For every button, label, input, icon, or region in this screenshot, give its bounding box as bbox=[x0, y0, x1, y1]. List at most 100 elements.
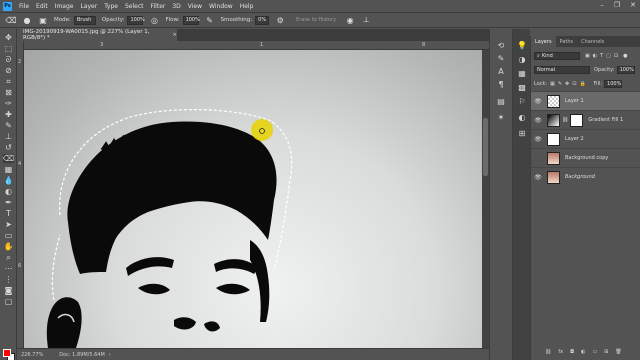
close-button[interactable]: ✕ bbox=[630, 1, 636, 9]
color-icon[interactable]: ◑ bbox=[517, 55, 527, 64]
pen-icon[interactable]: ✒ bbox=[3, 198, 14, 207]
more-tools-icon[interactable]: ⋯ bbox=[3, 264, 14, 273]
lock-move-icon[interactable]: ✥ bbox=[565, 81, 569, 87]
vertical-scrollbar[interactable] bbox=[482, 50, 489, 348]
menu-edit[interactable]: Edit bbox=[36, 3, 48, 10]
close-tab-icon[interactable]: × bbox=[172, 32, 177, 38]
new-group-icon[interactable]: ▭ bbox=[592, 349, 597, 355]
history-brush-icon[interactable]: ↺ bbox=[3, 143, 14, 152]
menu-select[interactable]: Select bbox=[125, 3, 144, 10]
menu-image[interactable]: Image bbox=[55, 3, 74, 10]
layer-fill-field[interactable]: 100% bbox=[604, 80, 623, 88]
symmetry-icon[interactable]: ⟂ bbox=[361, 15, 371, 25]
filter-pixel-icon[interactable]: ▣ bbox=[585, 53, 590, 59]
flow-field[interactable]: 100% bbox=[182, 15, 200, 25]
type-icon[interactable]: T bbox=[3, 209, 14, 218]
menu-type[interactable]: Type bbox=[104, 3, 118, 10]
eraser-tool-icon[interactable]: ⌫ bbox=[3, 154, 14, 163]
new-layer-icon[interactable]: ⊞ bbox=[604, 349, 608, 355]
airbrush-icon[interactable]: ✎ bbox=[205, 15, 215, 25]
glyphs-icon[interactable]: ✶ bbox=[496, 113, 506, 122]
menu-layer[interactable]: Layer bbox=[80, 3, 97, 10]
scrollbar-thumb[interactable] bbox=[483, 118, 488, 176]
brush-panel-icon[interactable]: ▣ bbox=[38, 15, 48, 25]
document-tab[interactable]: IMG-20190919-WA0015.jpg @ 227% (Layer 1,… bbox=[17, 29, 177, 41]
tab-channels[interactable]: Channels bbox=[577, 36, 608, 47]
zoom-icon[interactable]: ⌕ bbox=[3, 253, 14, 262]
move-icon[interactable]: ✥ bbox=[3, 33, 14, 42]
mode-select[interactable]: Brush bbox=[73, 15, 96, 25]
history-icon[interactable]: ⟲ bbox=[496, 41, 506, 50]
layer-row[interactable]: 👁 ⛓ Gradient Fill 1 bbox=[531, 110, 640, 129]
tab-paths[interactable]: Paths bbox=[556, 36, 578, 47]
layer-row[interactable]: 👁 Layer 2 bbox=[531, 129, 640, 148]
layer-row[interactable]: · Background copy bbox=[531, 148, 640, 167]
brush-icon[interactable]: ✎ bbox=[3, 121, 14, 130]
link-layers-icon[interactable]: ⛓ bbox=[545, 349, 551, 355]
layer-opacity-field[interactable]: 100% bbox=[616, 66, 635, 74]
menu-file[interactable]: File bbox=[19, 3, 29, 10]
zoom-level[interactable]: 226.77% bbox=[21, 352, 43, 358]
eye-icon[interactable]: 👁 bbox=[534, 174, 542, 181]
lock-paint-icon[interactable]: ✎ bbox=[558, 81, 562, 87]
maximize-button[interactable]: ❐ bbox=[614, 1, 620, 9]
lock-pixels-icon[interactable]: ▦ bbox=[550, 81, 555, 87]
brush-settings-icon[interactable]: ✎ bbox=[496, 54, 506, 63]
erase-to-history-checkbox[interactable]: Erase to History bbox=[293, 16, 339, 25]
swatches-icon[interactable]: ▦ bbox=[517, 69, 527, 78]
healing-icon[interactable]: ✚ bbox=[3, 110, 14, 119]
lock-artboard-icon[interactable]: ⊡ bbox=[572, 81, 576, 87]
properties-icon[interactable]: A bbox=[496, 67, 506, 76]
lock-all-icon[interactable]: 🔒 bbox=[579, 81, 585, 87]
path-select-icon[interactable]: ➤ bbox=[3, 220, 14, 229]
screen-mode-icon[interactable]: ▢ bbox=[3, 297, 14, 306]
layer-mask-thumbnail[interactable] bbox=[570, 113, 584, 127]
tab-layers[interactable]: Layers bbox=[531, 36, 556, 47]
eye-icon[interactable]: 👁 bbox=[534, 98, 542, 105]
menu-3d[interactable]: 3D bbox=[172, 3, 180, 10]
lasso-icon[interactable]: ᘐ bbox=[3, 55, 14, 64]
minimize-button[interactable]: – bbox=[600, 1, 604, 9]
crop-icon[interactable]: ⌗ bbox=[3, 77, 14, 86]
quick-select-icon[interactable]: ⊘ bbox=[3, 66, 14, 75]
menu-view[interactable]: View bbox=[188, 3, 202, 10]
adjustment-layer-icon[interactable]: ◐ bbox=[581, 349, 585, 355]
eye-icon[interactable]: 👁 bbox=[534, 117, 542, 124]
edit-toolbar-icon[interactable]: ⋮ bbox=[3, 275, 14, 284]
foreground-color-swatch[interactable] bbox=[3, 349, 11, 357]
stamp-icon[interactable]: ⊥ bbox=[3, 132, 14, 141]
menu-window[interactable]: Window bbox=[209, 3, 233, 10]
lightbulb-icon[interactable]: 💡 bbox=[517, 41, 527, 50]
marquee-icon[interactable]: ⬚ bbox=[3, 44, 14, 53]
smoothing-field[interactable]: 0% bbox=[255, 15, 270, 25]
pressure-opacity-icon[interactable]: ◎ bbox=[149, 15, 159, 25]
blend-mode-select[interactable]: Normal bbox=[534, 66, 590, 74]
layer-row[interactable]: 👁 Background bbox=[531, 167, 640, 186]
gradients-icon[interactable]: ▩ bbox=[517, 83, 527, 92]
opacity-field[interactable]: 100% bbox=[127, 15, 145, 25]
gradient-icon[interactable]: ▦ bbox=[3, 165, 14, 174]
quick-mask-icon[interactable]: ◙ bbox=[3, 286, 14, 295]
frame-icon[interactable]: ⊠ bbox=[3, 88, 14, 97]
brush-preset-icon[interactable]: ● bbox=[22, 15, 32, 25]
layer-row[interactable]: 👁 Layer 1 bbox=[531, 91, 640, 110]
eye-icon[interactable]: 👁 bbox=[534, 136, 542, 143]
pressure-size-icon[interactable]: ◉ bbox=[345, 15, 355, 25]
styles-icon[interactable]: ⊞ bbox=[517, 129, 527, 138]
filter-kind-select[interactable]: ⌕ Kind bbox=[534, 52, 580, 60]
filter-shape-icon[interactable]: ▢ bbox=[606, 53, 611, 59]
dodge-icon[interactable]: ◐ bbox=[3, 187, 14, 196]
eye-hidden-icon[interactable]: · bbox=[534, 155, 542, 162]
filter-adjust-icon[interactable]: ◐ bbox=[593, 53, 597, 59]
shape-icon[interactable]: ▭ bbox=[3, 231, 14, 240]
eyedropper-icon[interactable]: ✑ bbox=[3, 99, 14, 108]
eraser-icon[interactable]: ⌫ bbox=[5, 15, 16, 25]
add-mask-icon[interactable]: ◘ bbox=[570, 349, 574, 355]
filter-type-icon[interactable]: T bbox=[600, 53, 603, 59]
hand-icon[interactable]: ✋ bbox=[3, 242, 14, 251]
smoothing-settings-icon[interactable]: ⚙ bbox=[275, 15, 285, 25]
status-expand-icon[interactable]: › bbox=[109, 352, 111, 358]
menu-filter[interactable]: Filter bbox=[151, 3, 166, 10]
menu-help[interactable]: Help bbox=[240, 3, 254, 10]
paragraph-icon[interactable]: ¶ bbox=[496, 80, 506, 89]
